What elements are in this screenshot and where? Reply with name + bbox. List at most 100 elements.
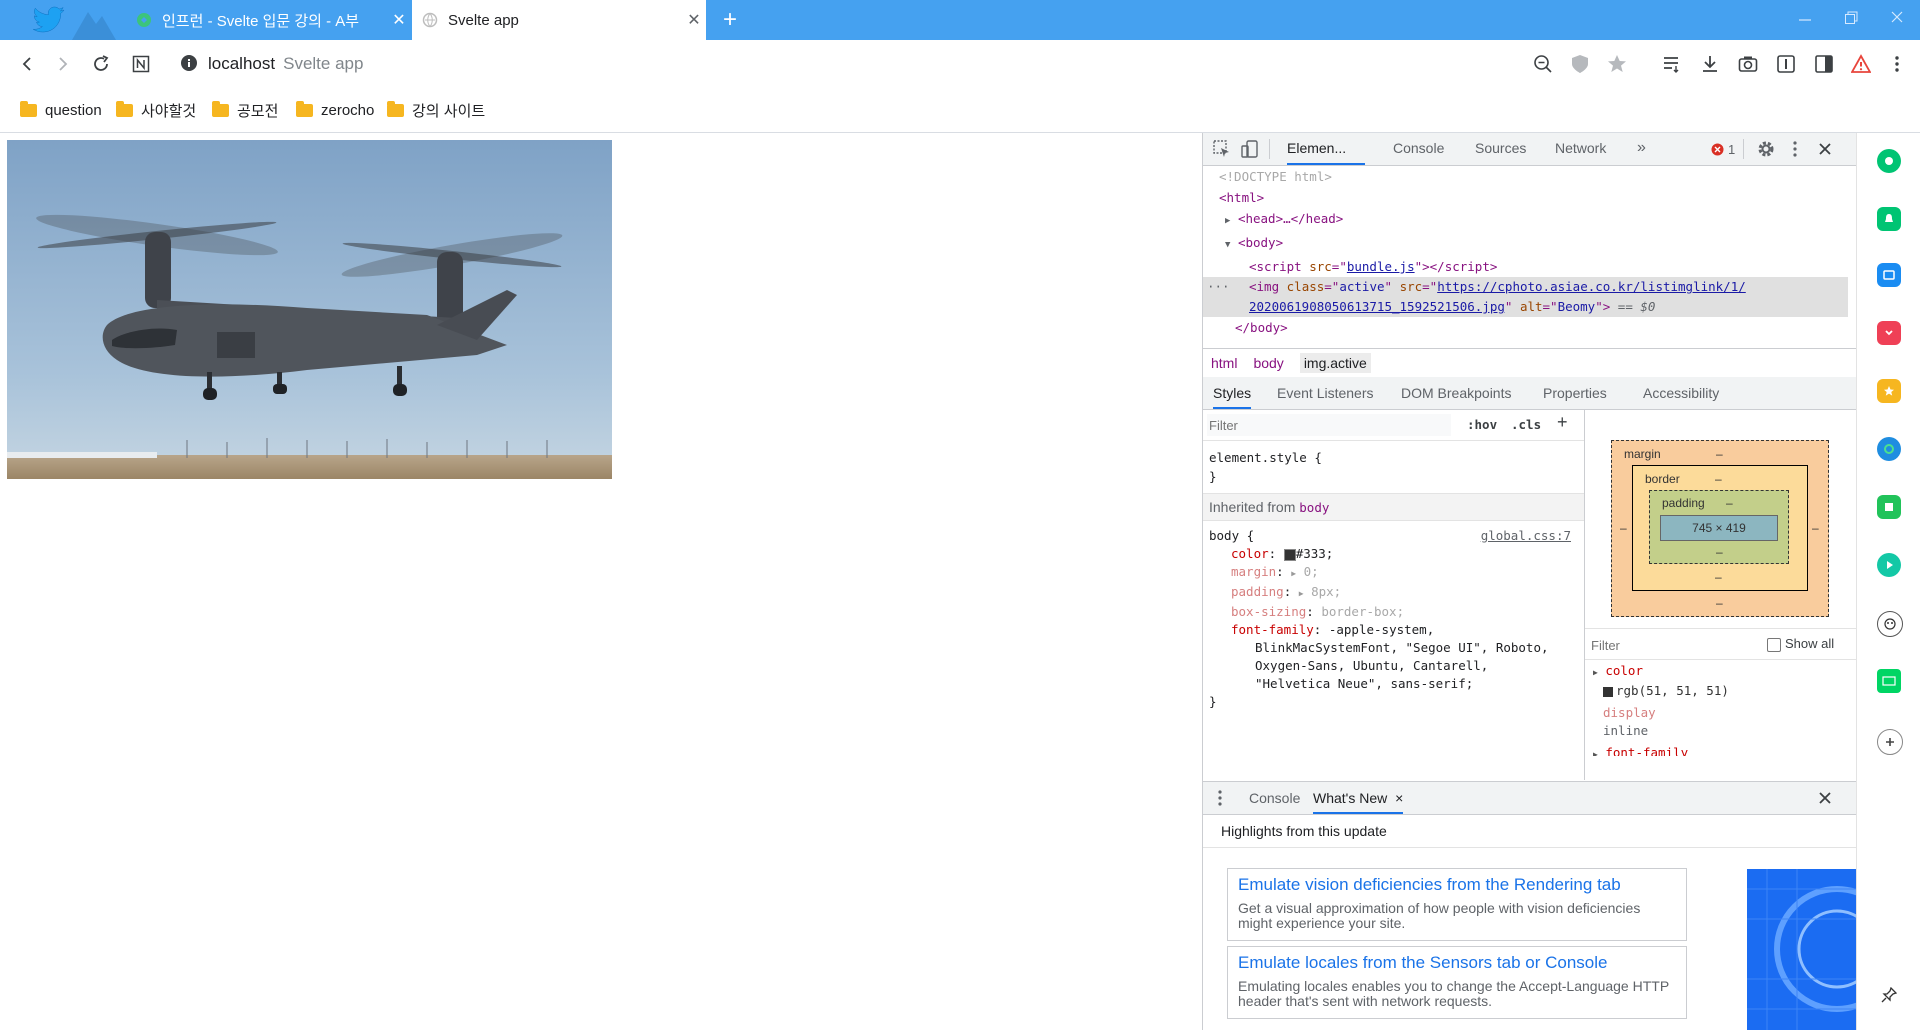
element-style-rule[interactable]: element.style { } — [1209, 448, 1322, 486]
notification-bell-icon[interactable] — [1877, 207, 1901, 231]
reader-mode-icon[interactable] — [1773, 51, 1799, 77]
bookmark-folder-question[interactable]: question — [20, 98, 102, 122]
breadcrumb-html[interactable]: html — [1211, 355, 1237, 371]
page-image — [7, 140, 612, 479]
site-info-icon[interactable] — [180, 54, 198, 72]
minimize-button[interactable] — [1790, 6, 1820, 30]
tab-close-button[interactable]: ✕ — [682, 10, 706, 30]
tab-sources[interactable]: Sources — [1475, 133, 1526, 163]
whats-new-card[interactable]: Emulate locales from the Sensors tab or … — [1227, 946, 1687, 1019]
card-title[interactable]: Emulate vision deficiencies from the Ren… — [1238, 875, 1676, 895]
drawer-menu-icon[interactable] — [1217, 789, 1223, 807]
side-panel-icon[interactable] — [1811, 51, 1837, 77]
url-field[interactable]: localhost Svelte app — [208, 51, 363, 77]
reload-button[interactable] — [88, 51, 114, 77]
character-avatar-icon[interactable] — [1877, 611, 1903, 637]
expand-triangle-icon[interactable]: ▶ — [1225, 216, 1230, 226]
whale-home-icon[interactable] — [1877, 149, 1901, 173]
dom-tree: <!DOCTYPE html> <html> ▶ <head>…</head> … — [1203, 166, 1848, 348]
webtoon-icon[interactable] — [1877, 669, 1901, 693]
inherited-header: Inherited from body — [1203, 493, 1584, 521]
tab-inflearn[interactable]: 인프런 - Svelte 입문 강의 - A부 ✕ — [126, 0, 411, 40]
drawer-toolbar: Console What's New × — [1203, 781, 1857, 815]
collapse-triangle-icon[interactable]: ▼ — [1225, 240, 1230, 250]
tab-console[interactable]: Console — [1393, 133, 1444, 163]
tab-properties[interactable]: Properties — [1543, 377, 1607, 407]
drawer-tab-whats-new[interactable]: What's New × — [1313, 782, 1404, 814]
shield-icon[interactable] — [1567, 51, 1593, 77]
computed-pane: margin – – – – border – – padding – – 74… — [1585, 410, 1857, 780]
breadcrumb-img-active[interactable]: img.active — [1299, 353, 1371, 373]
back-button[interactable] — [14, 51, 40, 77]
device-toolbar-icon[interactable] — [1241, 140, 1259, 158]
show-all-label: Show all — [1785, 636, 1835, 651]
computed-filter-input[interactable] — [1589, 634, 1753, 656]
folder-icon — [20, 100, 37, 117]
bookmark-folder-contest[interactable]: 공모전 — [212, 98, 278, 122]
tab-svelte-app[interactable]: Svelte app ✕ — [412, 0, 706, 40]
video-play-icon[interactable] — [1877, 553, 1901, 577]
cls-button[interactable]: .cls — [1511, 417, 1541, 432]
tab-network[interactable]: Network — [1555, 133, 1606, 163]
pin-icon[interactable] — [1877, 983, 1901, 1007]
bookmark-star-icon[interactable] — [1604, 51, 1630, 77]
zoom-out-icon[interactable] — [1530, 51, 1556, 77]
more-tabs-button[interactable]: » — [1637, 133, 1646, 163]
notion-icon[interactable] — [128, 51, 154, 77]
rule-source-link[interactable]: global.css:7 — [1481, 527, 1571, 545]
warning-icon[interactable] — [1848, 51, 1874, 77]
new-tab-button[interactable]: + — [716, 6, 744, 34]
body-style-rule[interactable]: body { global.css:7 color: #333; margin:… — [1209, 527, 1579, 711]
window-close-button[interactable] — [1882, 6, 1912, 30]
dom-body-node[interactable]: ▼ <body> — [1203, 232, 1848, 256]
dom-html-node[interactable]: <html> — [1203, 187, 1848, 208]
devtools-close-icon[interactable] — [1817, 141, 1833, 157]
tab-elements[interactable]: Elemen... — [1287, 133, 1365, 165]
menu-more-icon[interactable] — [1884, 51, 1910, 77]
pocket-icon[interactable] — [1877, 321, 1901, 345]
tab-event-listeners[interactable]: Event Listeners — [1277, 377, 1374, 407]
tab-dom-breakpoints[interactable]: DOM Breakpoints — [1401, 377, 1511, 407]
card-title[interactable]: Emulate locales from the Sensors tab or … — [1238, 953, 1676, 973]
dom-head-node[interactable]: ▶ <head>…</head> — [1203, 208, 1848, 232]
devtools-menu-icon[interactable] — [1792, 140, 1798, 158]
computed-item-display[interactable]: display — [1593, 704, 1853, 722]
hov-button[interactable]: :hov — [1467, 417, 1497, 432]
memo-icon[interactable] — [1877, 495, 1901, 519]
tab-styles[interactable]: Styles — [1213, 377, 1252, 409]
computed-item-color[interactable]: ▶ color — [1593, 662, 1853, 682]
edge-icon[interactable] — [1877, 437, 1901, 461]
drawer-close-icon[interactable] — [1817, 790, 1833, 806]
favorites-star-icon[interactable] — [1877, 379, 1901, 403]
close-tab-icon[interactable]: × — [1395, 790, 1403, 806]
forward-button[interactable] — [50, 51, 76, 77]
settings-gear-icon[interactable] — [1757, 140, 1775, 158]
dom-script-node[interactable]: <script src="bundle.js"></script> — [1203, 256, 1848, 277]
inspect-element-icon[interactable] — [1213, 140, 1231, 158]
dom-body-close[interactable]: </body> — [1203, 317, 1848, 338]
error-counter[interactable]: 1 — [1711, 141, 1735, 157]
tab-close-button[interactable]: ✕ — [387, 10, 411, 30]
download-icon[interactable] — [1697, 51, 1723, 77]
bookmark-folder-buy[interactable]: 사야할것 — [116, 98, 196, 122]
bookmark-folder-lecture-sites[interactable]: 강의 사이트 — [387, 98, 485, 122]
toolbar-divider — [1269, 139, 1270, 159]
reading-list-icon[interactable] — [1659, 51, 1685, 77]
styles-filter-input[interactable] — [1207, 414, 1451, 436]
add-sidebar-app-icon[interactable] — [1877, 729, 1903, 755]
restore-button[interactable] — [1836, 6, 1866, 30]
drawer-tab-console[interactable]: Console — [1249, 782, 1300, 812]
wallet-icon[interactable] — [1877, 263, 1901, 287]
box-content[interactable]: 745 × 419 — [1660, 515, 1778, 541]
computed-item-font-family[interactable]: ▶ font-family — [1593, 744, 1853, 756]
new-style-rule-button[interactable]: + — [1557, 412, 1568, 433]
color-swatch[interactable] — [1283, 548, 1296, 561]
camera-icon[interactable] — [1735, 51, 1761, 77]
show-all-checkbox[interactable] — [1767, 638, 1781, 652]
bookmark-folder-zerocho[interactable]: zerocho — [296, 98, 374, 122]
tab-accessibility[interactable]: Accessibility — [1643, 377, 1719, 407]
whats-new-card[interactable]: Emulate vision deficiencies from the Ren… — [1227, 868, 1687, 941]
breadcrumb-body[interactable]: body — [1253, 355, 1283, 371]
dom-img-node-selected[interactable]: ··· <img class="active" src="https://cph… — [1203, 277, 1848, 317]
dom-doctype[interactable]: <!DOCTYPE html> — [1203, 166, 1848, 187]
